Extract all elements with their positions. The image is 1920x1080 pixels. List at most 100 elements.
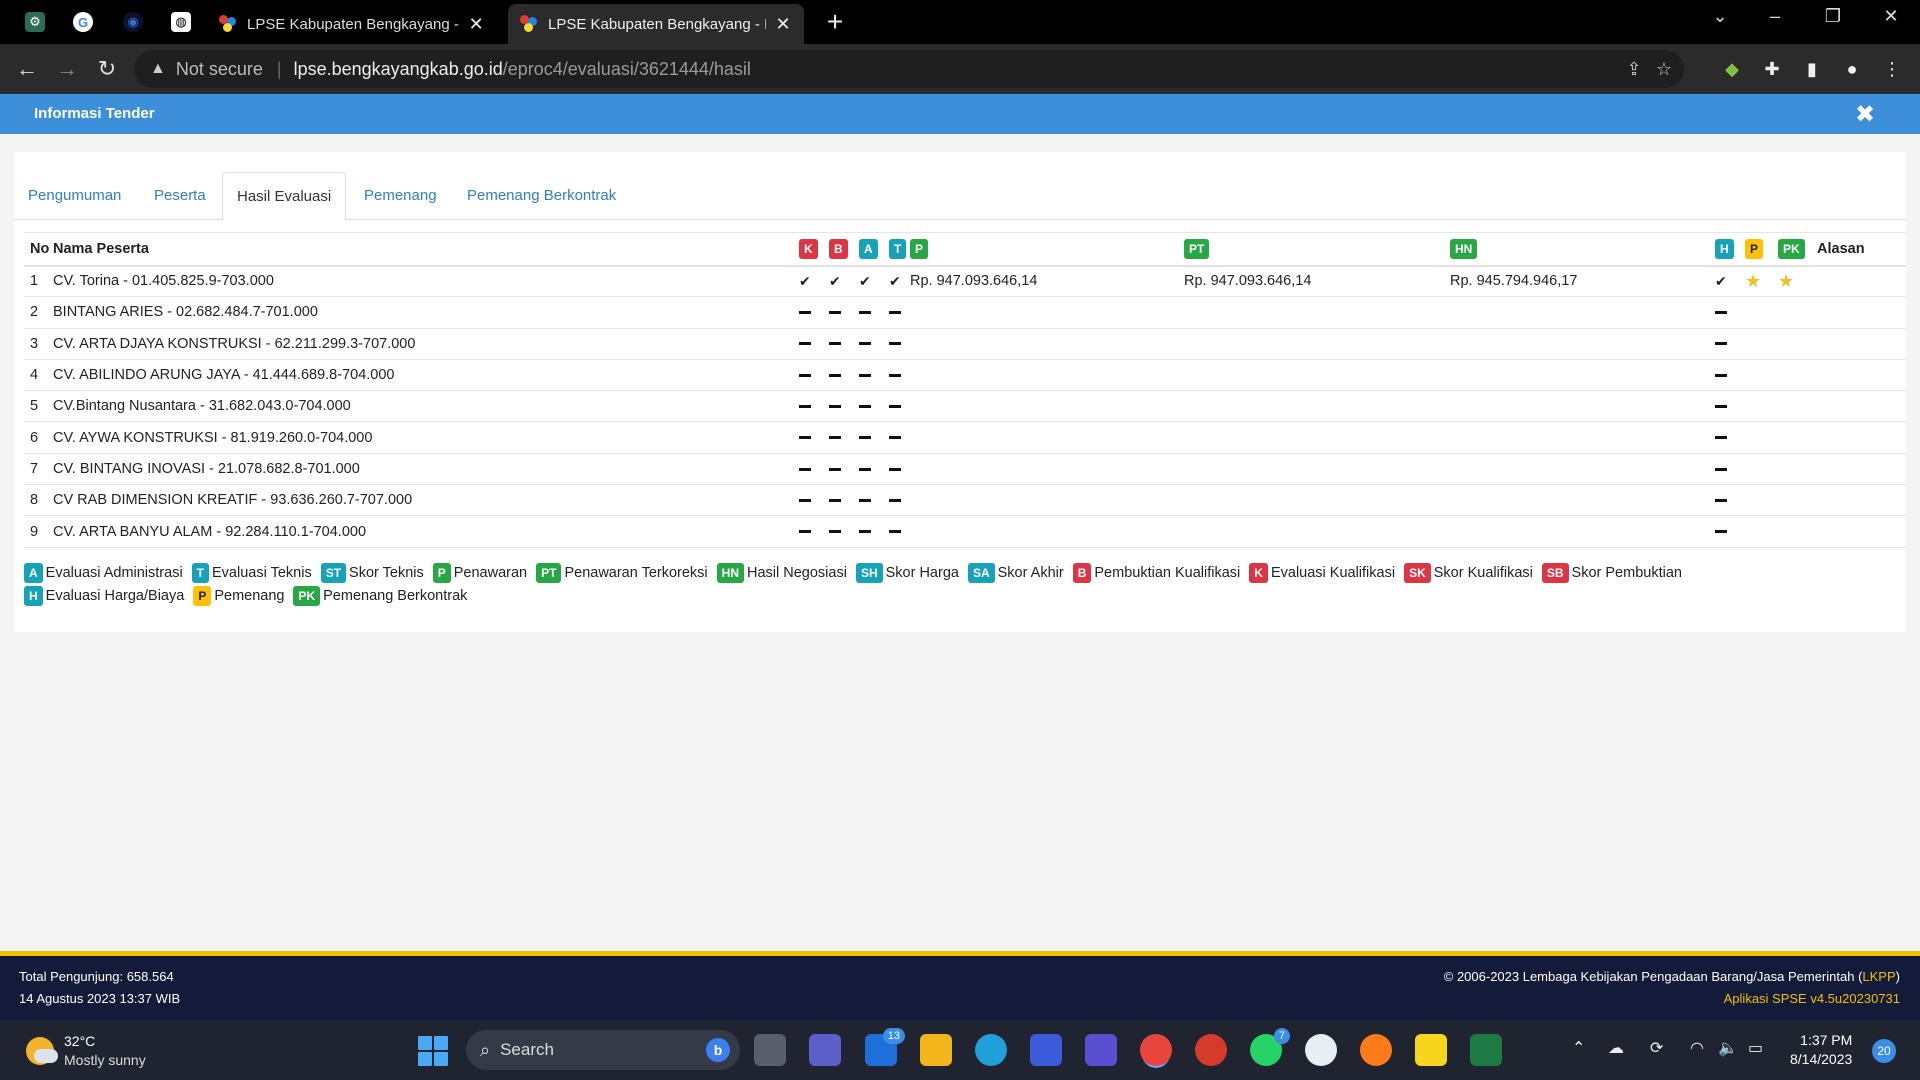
system-clock[interactable]: 1:37 PM 8/14/2023	[1790, 1031, 1852, 1069]
pinned-tab-chatgpt[interactable]: ⚙	[20, 8, 50, 36]
terkoreksi-value	[1184, 328, 1450, 360]
bookmark-star-icon[interactable]: ☆	[1652, 50, 1676, 88]
security-status[interactable]: Not secure	[176, 59, 263, 80]
participant-name: BINTANG ARIES - 02.682.484.7-701.000	[53, 296, 799, 329]
app-version: Aplikasi SPSE v4.5u20230731	[1723, 991, 1900, 1006]
back-icon[interactable]: ←	[12, 55, 42, 85]
pemenang-star-icon: ★	[1745, 270, 1762, 291]
forward-icon[interactable]: →	[52, 55, 82, 85]
negosiasi-value	[1450, 453, 1715, 486]
browser-tab-cari-paket[interactable]: LPSE Kabupaten Bengkayang - Cari Paket ✕	[207, 4, 497, 44]
table-row: 7 CV. BINTANG INOVASI - 21.078.682.8-701.…	[24, 453, 1906, 486]
b-dash-icon	[829, 405, 841, 408]
close-tab-icon[interactable]: ✕	[467, 14, 485, 35]
messenger-icon[interactable]	[1305, 1034, 1337, 1066]
side-panel-icon[interactable]: ▮	[1798, 55, 1826, 83]
edge-icon[interactable]	[975, 1034, 1007, 1066]
address-bar[interactable]: ▲ Not secure | lpse.bengkayangkab.go.id …	[134, 50, 1684, 88]
harga-dash-icon	[1715, 311, 1727, 315]
show-hidden-icons-icon[interactable]: ⌃	[1572, 1038, 1585, 1058]
row-no: 7	[24, 453, 53, 486]
battery-icon[interactable]: ▭	[1748, 1038, 1763, 1058]
sticky-notes-icon[interactable]	[1415, 1034, 1447, 1066]
pinned-tab-google[interactable]: G	[68, 8, 98, 36]
restore-icon[interactable]: ❐	[1818, 6, 1848, 27]
teams-icon[interactable]	[809, 1034, 841, 1066]
puzzle-extensions-icon[interactable]: ✚	[1758, 55, 1786, 83]
a-dash-icon	[859, 311, 871, 315]
legend-text: Hasil Negosiasi	[747, 565, 847, 581]
legend-text: Evaluasi Teknis	[212, 565, 312, 581]
onedrive-cloud-icon[interactable]: ☁	[1608, 1038, 1624, 1058]
participant-name: CV. ARTA DJAYA KONSTRUKSI - 62.211.299.3…	[53, 328, 799, 360]
volume-icon[interactable]: 🔈	[1718, 1038, 1738, 1058]
weather-temperature[interactable]: 32°C	[64, 1033, 95, 1049]
extension-icon[interactable]: ◆	[1718, 55, 1746, 83]
b-dash-icon	[829, 498, 841, 502]
chatgpt-icon: ⚙	[25, 12, 45, 32]
close-window-icon[interactable]: ✕	[1876, 6, 1906, 27]
negosiasi-value	[1450, 390, 1715, 423]
firefox-icon[interactable]	[1360, 1034, 1392, 1066]
harga-dash-icon	[1715, 467, 1727, 471]
whatsapp-icon[interactable]: 7	[1250, 1028, 1290, 1066]
t-dash-icon	[889, 530, 901, 534]
participant-name: CV RAB DIMENSION KREATIF - 93.636.260.7-…	[53, 484, 799, 517]
close-icon[interactable]: ✖	[1855, 100, 1875, 129]
page-title: Informasi Tender	[34, 105, 155, 122]
pinned-tab-3[interactable]: ◉	[118, 8, 148, 36]
windows-start-icon[interactable]	[418, 1036, 448, 1066]
k-dash-icon	[799, 405, 811, 408]
tab-pemenang-berkontrak[interactable]: Pemenang Berkontrak	[453, 172, 630, 220]
legend-item: SA Skor Akhir	[967, 562, 1064, 585]
table-row: 3 CV. ARTA DJAYA KONSTRUKSI - 62.211.299.…	[24, 328, 1906, 360]
mail-badge: 13	[882, 1028, 905, 1044]
lkpp-link[interactable]: LKPP	[1862, 969, 1895, 984]
participant-name: CV. ABILINDO ARUNG JAYA - 41.444.689.8-7…	[53, 359, 799, 392]
tab-pengumuman[interactable]: Pengumuman	[14, 172, 135, 220]
bing-chat-icon[interactable]	[1085, 1034, 1117, 1066]
k-dash-icon	[799, 373, 811, 377]
badge-p-winner: P	[1745, 238, 1764, 259]
taskbar-search[interactable]: ⌕ Search b	[466, 1030, 740, 1070]
app-red-icon[interactable]	[1195, 1034, 1227, 1066]
col-alasan: Alasan	[1817, 232, 1906, 267]
excel-icon[interactable]	[1470, 1034, 1502, 1066]
bing-icon[interactable]: b	[706, 1038, 730, 1062]
profile-icon[interactable]: ●	[1838, 55, 1866, 83]
notification-badge[interactable]: 20	[1872, 1039, 1896, 1063]
col-name: Nama Peserta	[53, 232, 799, 267]
file-explorer-icon[interactable]	[920, 1034, 952, 1066]
minimize-icon[interactable]: –	[1760, 6, 1790, 27]
legend-badge: SB	[1541, 563, 1569, 583]
table-row: 9 CV. ARTA BANYU ALAM - 92.284.110.1-704.…	[24, 515, 1906, 548]
browser-tab-informasi-tender[interactable]: LPSE Kabupaten Bengkayang - Informasi Te…	[508, 4, 804, 44]
wifi-icon[interactable]: ◠	[1690, 1038, 1704, 1058]
app-icon[interactable]	[1030, 1034, 1062, 1066]
weather-description[interactable]: Mostly sunny	[64, 1052, 146, 1068]
tab-pemenang[interactable]: Pemenang	[350, 172, 451, 220]
a-dash-icon	[859, 467, 871, 471]
negosiasi-value: Rp. 945.794.946,17	[1450, 265, 1715, 298]
chrome-icon[interactable]	[1140, 1034, 1172, 1066]
new-tab-button[interactable]: +	[820, 8, 850, 38]
weather-sunny-icon[interactable]	[26, 1037, 58, 1065]
row-no: 9	[24, 515, 53, 548]
sync-icon[interactable]: ⟳	[1650, 1038, 1663, 1058]
pinned-tab-4[interactable]: ◍	[166, 8, 196, 36]
a-dash-icon	[859, 342, 871, 346]
task-view-icon[interactable]	[754, 1034, 786, 1066]
close-tab-icon[interactable]: ✕	[774, 14, 792, 35]
menu-kebab-icon[interactable]: ⋮	[1878, 55, 1906, 83]
tab-hasil-evaluasi[interactable]: Hasil Evaluasi	[222, 172, 347, 221]
legend-item: PT Penawaran Terkoreksi	[536, 562, 708, 585]
mail-icon[interactable]: 13	[865, 1028, 905, 1066]
row-no: 6	[24, 421, 53, 454]
tab-peserta[interactable]: Peserta	[140, 172, 220, 220]
reload-icon[interactable]: ↻	[92, 55, 122, 85]
legend: A Evaluasi Administrasi T Evaluasi Teknis ST…	[24, 562, 1894, 608]
share-icon[interactable]: ⇪	[1622, 50, 1646, 88]
tab-search-icon[interactable]: ⌄	[1705, 6, 1735, 27]
legend-text: Penawaran Terkoreksi	[564, 565, 708, 581]
k-dash-icon	[799, 311, 811, 315]
